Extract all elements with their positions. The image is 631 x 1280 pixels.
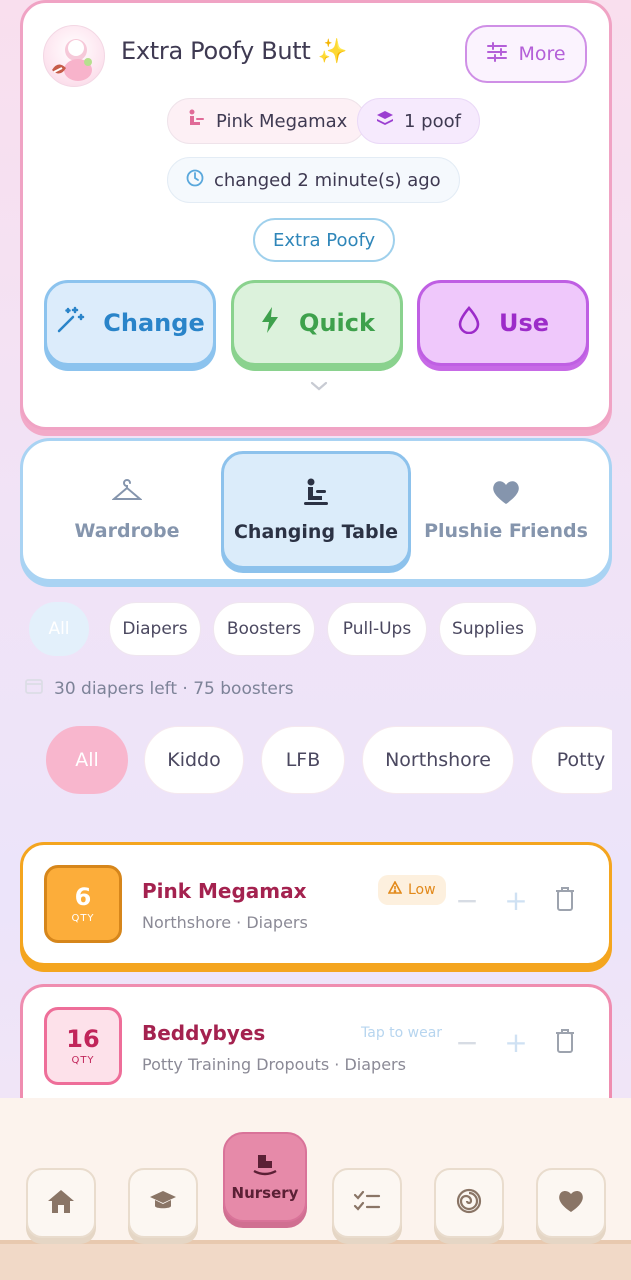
poof-chip-label: 1 poof: [404, 110, 461, 132]
current-diaper-chip: Pink Megamax: [167, 98, 367, 144]
tab-plushie-label: Plushie Friends: [424, 519, 588, 542]
quick-button[interactable]: Quick: [231, 280, 403, 366]
use-label: Use: [498, 309, 550, 337]
tap-to-wear-hint: Tap to wear: [361, 1025, 443, 1041]
poof-chip: 1 poof: [357, 98, 480, 144]
more-button[interactable]: More: [465, 25, 587, 83]
droplet-icon: [457, 306, 481, 340]
filter-all[interactable]: All: [29, 602, 89, 656]
increment-button[interactable]: +: [502, 1029, 530, 1057]
filter-pull-ups[interactable]: Pull-Ups: [327, 602, 427, 656]
brand-all[interactable]: All: [46, 726, 128, 794]
quantity-box: 16 QTY: [44, 1007, 122, 1085]
trash-icon[interactable]: [551, 1029, 579, 1057]
quantity-label: QTY: [71, 1054, 95, 1066]
use-button[interactable]: Use: [417, 280, 589, 366]
low-stock-badge: Low: [378, 875, 446, 905]
quantity-value: 6: [74, 882, 92, 911]
clock-icon: [186, 169, 204, 192]
filter-boosters[interactable]: Boosters: [213, 602, 315, 656]
filter-supplies[interactable]: Supplies: [439, 602, 537, 656]
layers-icon: [376, 110, 394, 133]
nav-floor: [0, 1240, 631, 1280]
item-name: Beddybyes: [142, 1021, 266, 1045]
warning-icon: [387, 880, 403, 899]
graduation-cap-icon: [149, 1189, 177, 1217]
decrement-button[interactable]: −: [453, 1029, 481, 1057]
changed-time-label: changed 2 minute(s) ago: [214, 169, 441, 191]
nav-home[interactable]: [26, 1168, 96, 1238]
quantity-box: 6 QTY: [44, 865, 122, 943]
magic-wand-icon: [55, 305, 85, 341]
hanger-icon: [111, 478, 143, 510]
nav-favorites[interactable]: [536, 1168, 606, 1238]
swirl-icon: [455, 1187, 483, 1219]
filter-diapers[interactable]: Diapers: [109, 602, 201, 656]
item-subtitle: Northshore · Diapers: [142, 913, 308, 932]
profile-card: Extra Poofy Butt ✨ More Pink Megamax 1 p…: [20, 0, 612, 430]
heart-icon: [557, 1189, 585, 1217]
section-tabs: Wardrobe Changing Table Plushie Friends: [20, 438, 612, 582]
profile-title: Extra Poofy Butt ✨: [121, 37, 348, 65]
brand-filter-row[interactable]: All Kiddo LFB Northshore Potty: [0, 720, 612, 800]
checklist-icon: [353, 1189, 381, 1217]
brand-potty[interactable]: Potty: [531, 726, 612, 794]
diaper-chip-label: Pink Megamax: [216, 110, 348, 132]
nav-nursery[interactable]: Nursery: [223, 1132, 307, 1222]
bottom-navigation: Nursery: [0, 1098, 631, 1280]
inventory-summary: 30 diapers left · 75 boosters: [24, 676, 294, 701]
summary-text: 30 diapers left · 75 boosters: [54, 678, 294, 699]
tab-wardrobe[interactable]: Wardrobe: [33, 451, 221, 569]
lightning-icon: [259, 306, 281, 340]
nav-swirl[interactable]: [434, 1168, 504, 1238]
inventory-item[interactable]: 6 QTY Pink Megamax Northshore · Diapers …: [20, 842, 612, 966]
decrement-button[interactable]: −: [453, 887, 481, 915]
nav-school[interactable]: [128, 1168, 198, 1238]
change-button[interactable]: Change: [44, 280, 216, 366]
quantity-value: 16: [66, 1024, 100, 1053]
quantity-label: QTY: [71, 912, 95, 924]
box-icon: [24, 676, 44, 701]
tab-changing-label: Changing Table: [233, 520, 398, 543]
brand-northshore[interactable]: Northshore: [362, 726, 514, 794]
status-pill: Extra Poofy: [253, 218, 396, 262]
sliders-icon: [486, 41, 508, 67]
trash-icon[interactable]: [551, 887, 579, 915]
item-name: Pink Megamax: [142, 879, 307, 903]
avatar[interactable]: [43, 25, 105, 87]
tab-changing-table[interactable]: Changing Table: [221, 451, 411, 569]
brand-kiddo[interactable]: Kiddo: [144, 726, 244, 794]
rocking-horse-icon: [252, 1152, 278, 1180]
heart-icon: [491, 479, 521, 510]
brand-lfb[interactable]: LFB: [261, 726, 345, 794]
quick-label: Quick: [299, 309, 375, 337]
changing-icon: [186, 109, 206, 134]
changed-time-chip: changed 2 minute(s) ago: [167, 157, 460, 203]
more-label: More: [518, 43, 566, 65]
nav-checklist[interactable]: [332, 1168, 402, 1238]
low-badge-label: Low: [408, 882, 436, 898]
chevron-down-icon[interactable]: [307, 377, 331, 395]
change-label: Change: [103, 309, 205, 337]
changing-table-icon: [302, 478, 330, 511]
tab-plushie-friends[interactable]: Plushie Friends: [411, 451, 601, 569]
tab-wardrobe-label: Wardrobe: [74, 519, 180, 542]
increment-button[interactable]: +: [502, 887, 530, 915]
home-icon: [47, 1188, 75, 1218]
nav-nursery-label: Nursery: [231, 1184, 299, 1202]
item-subtitle: Potty Training Dropouts · Diapers: [142, 1055, 406, 1074]
